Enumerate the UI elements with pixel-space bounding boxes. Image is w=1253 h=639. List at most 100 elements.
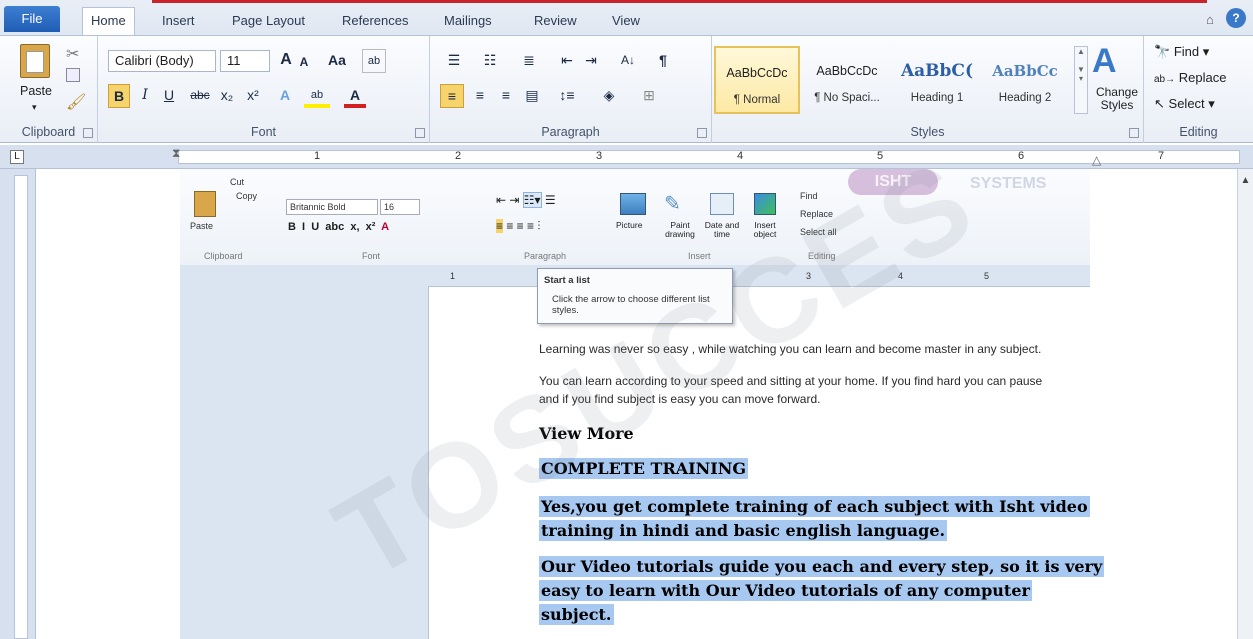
line-spacing-icon[interactable]: ↕≡ (552, 84, 582, 108)
minimize-ribbon-icon[interactable]: ⌂ (1206, 12, 1214, 27)
styles-launcher-icon[interactable] (1129, 128, 1139, 138)
bold-button[interactable]: B (108, 84, 130, 108)
shrink-font-button[interactable]: A (296, 51, 312, 75)
replace-button[interactable]: ab→ Replace (1154, 70, 1226, 85)
inner-paragraph-label: Paragraph (524, 251, 567, 261)
underline-button[interactable]: U (158, 84, 180, 108)
tab-references[interactable]: References (334, 8, 416, 34)
styles-scroll-icon[interactable]: ▲ ▼ ▾ (1074, 46, 1088, 114)
subscript-button[interactable]: x₂ (216, 84, 238, 108)
doc-selected-line: easy to learn with Our Video tutorials o… (539, 580, 1032, 601)
font-group: Calibri (Body) 11 A A Aa ab B I U abc x₂… (98, 36, 430, 143)
multilevel-list-icon[interactable]: ≣ (514, 49, 544, 73)
ruler-number: 7 (1158, 150, 1165, 162)
style-heading-2[interactable]: AaBbCc Heading 2 (982, 46, 1068, 114)
ribbon: Paste ▾ ✂ 🖌 Clipboard Calibri (Body) 11 … (0, 36, 1253, 143)
decrease-indent-icon[interactable]: ⇤ (556, 49, 578, 73)
doc-selected-line: training in hindi and basic english lang… (539, 520, 948, 541)
doc-paragraph-1: Learning was never so easy , while watch… (539, 342, 1042, 356)
shading-icon[interactable]: ◈ (594, 84, 624, 108)
paste-icon[interactable] (20, 44, 50, 78)
show-formatting-button[interactable]: ¶ (652, 49, 674, 73)
align-right-icon[interactable]: ≡ (494, 84, 518, 108)
bullets-icon[interactable]: ☰ (440, 49, 468, 73)
style-normal[interactable]: AaBbCcDc ¶ Normal (714, 46, 800, 114)
paste-button[interactable]: Paste (20, 84, 52, 98)
style-no-spacing[interactable]: AaBbCcDc ¶ No Spaci... (804, 46, 890, 114)
inner-picture-label: Picture (616, 220, 643, 230)
inner-find-label: Find (800, 191, 818, 201)
borders-icon[interactable]: ⊞ (634, 84, 664, 108)
styles-group-label: Styles (910, 125, 945, 139)
tab-review[interactable]: Review (526, 8, 585, 34)
superscript-button[interactable]: x² (242, 84, 264, 108)
sort-button[interactable]: A↓ (614, 49, 642, 73)
right-indent-icon[interactable]: △ (1092, 153, 1101, 167)
style-name: Heading 1 (910, 92, 964, 104)
font-launcher-icon[interactable] (415, 128, 425, 138)
align-center-icon[interactable]: ≡ (468, 84, 492, 108)
style-heading-1[interactable]: AaBbC( Heading 1 (894, 46, 980, 114)
ruler-number: 5 (877, 150, 884, 162)
increase-indent-icon[interactable]: ⇥ (580, 49, 602, 73)
help-icon[interactable]: ? (1226, 8, 1246, 28)
doc-selected-line: Yes,you get complete training of each su… (539, 496, 1090, 517)
format-painter-icon[interactable]: 🖌 (66, 92, 86, 112)
font-color-button[interactable]: A (344, 84, 366, 108)
inner-align-icons: ≡ ≡ ≡ ≡ ⫶ (496, 219, 541, 233)
tab-selector-icon[interactable]: L (10, 150, 24, 164)
embedded-ribbon-image: Paste Cut Copy Clipboard Britannic Bold … (180, 169, 1090, 265)
cut-icon[interactable]: ✂ (66, 44, 79, 64)
ruler-number: 2 (455, 150, 462, 162)
font-name-box[interactable]: Calibri (Body) (108, 50, 216, 72)
clipboard-launcher-icon[interactable] (83, 128, 93, 138)
inner-insert-object-label: Insert object (753, 220, 777, 239)
tab-home[interactable]: Home (82, 7, 135, 35)
clipboard-group: Paste ▾ ✂ 🖌 Clipboard (0, 36, 98, 143)
text-effects-icon[interactable]: A (274, 84, 296, 108)
select-label: Select (1168, 96, 1205, 111)
align-left-icon[interactable]: ≡ (440, 84, 464, 108)
inner-paint-icon: ✎ (664, 193, 681, 215)
grow-font-button[interactable]: A (276, 49, 296, 73)
tab-page-layout[interactable]: Page Layout (224, 8, 313, 34)
highlight-color-icon[interactable]: ab (304, 84, 330, 108)
clear-formatting-icon[interactable]: ab (362, 49, 386, 73)
style-sample: AaBbCcDc (726, 66, 788, 80)
inner-ruler-number: 1 (450, 271, 456, 281)
tab-insert[interactable]: Insert (154, 8, 203, 34)
inner-font-buttons: B I U abc x, x² A (288, 221, 390, 233)
italic-button[interactable]: I (134, 84, 156, 108)
change-styles-icon[interactable]: A (1092, 42, 1117, 81)
style-sample: AaBbC( (900, 61, 974, 81)
justify-icon[interactable]: ▤ (520, 84, 544, 108)
strikethrough-button[interactable]: abc (186, 84, 214, 108)
cursor-icon: ↖ (1154, 96, 1165, 111)
vertical-scrollbar[interactable]: ▲ (1237, 169, 1253, 639)
find-label: Find (1173, 44, 1200, 59)
numbering-icon[interactable]: ☷ (476, 49, 504, 73)
inner-datetime-icon (710, 193, 734, 215)
doc-heading-view-more: View More (539, 424, 634, 443)
tab-mailings[interactable]: Mailings (436, 8, 500, 34)
tab-file[interactable]: File (4, 6, 60, 32)
find-button[interactable]: 🔭 Find ▾ (1154, 44, 1209, 60)
tab-view[interactable]: View (604, 8, 648, 34)
select-button[interactable]: ↖ Select ▾ (1154, 96, 1215, 112)
indent-marker-icon[interactable]: ⧗ (172, 146, 180, 161)
inner-cut-label: Cut (230, 177, 245, 187)
font-size-box[interactable]: 11 (220, 50, 270, 72)
change-styles-button[interactable]: Change Styles (1092, 86, 1142, 112)
paste-dropdown-icon[interactable]: ▾ (32, 102, 37, 113)
style-sample: AaBbCcDc (816, 64, 878, 78)
change-case-button[interactable]: Aa (322, 49, 352, 73)
style-name: ¶ Normal (733, 94, 781, 106)
paragraph-launcher-icon[interactable] (697, 128, 707, 138)
inner-replace-label: Replace (800, 209, 834, 219)
scroll-up-icon[interactable]: ▲ (1238, 175, 1253, 186)
inner-font-name: Britannic Bold (286, 199, 378, 215)
ruler-text-area (178, 150, 1240, 164)
watermark-logo-text: SYSTEMS (970, 175, 1047, 192)
inner-font-label: Font (362, 251, 381, 261)
copy-icon[interactable] (66, 68, 80, 82)
